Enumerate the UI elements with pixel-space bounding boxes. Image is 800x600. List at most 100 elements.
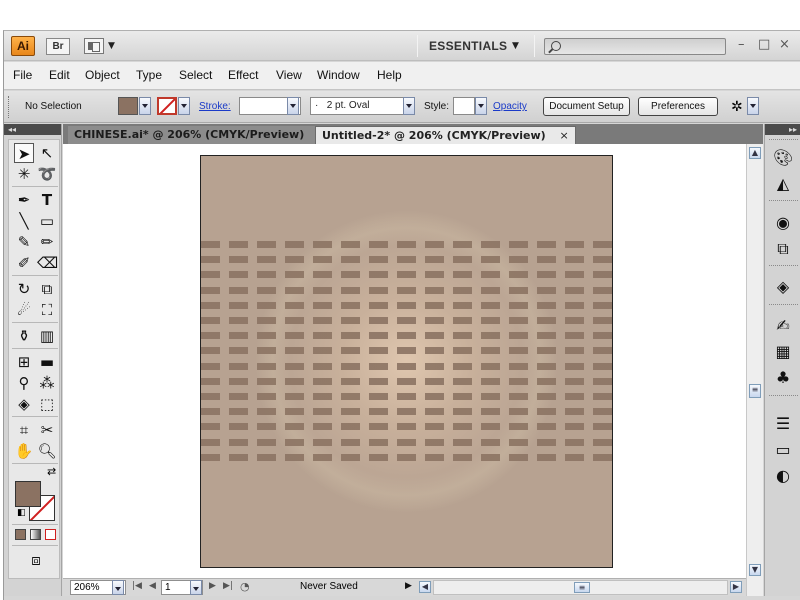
stroke-dropdown-chevron-down-icon[interactable] [178, 97, 190, 115]
eyedropper-tool-icon[interactable]: ⚲ [14, 373, 34, 393]
menu-view[interactable]: View [276, 68, 302, 82]
tab-close-icon[interactable]: × [560, 127, 569, 145]
artboard-chevron-down-icon[interactable] [190, 580, 202, 595]
document-canvas[interactable] [63, 144, 746, 578]
artboard-tool-icon[interactable]: ⌗ [14, 420, 34, 440]
transparency-icon[interactable]: ◐ [773, 466, 793, 486]
blend-tool-icon[interactable]: ⁂ [37, 373, 57, 393]
first-artboard-icon[interactable]: |◀ [132, 581, 142, 591]
workspace-switcher[interactable]: ESSENTIALS [429, 39, 507, 53]
menu-type[interactable]: Type [136, 68, 162, 82]
close-button[interactable]: × [779, 37, 790, 52]
rotate-tool-icon[interactable]: ↻ [14, 279, 34, 299]
color-icon[interactable]: 🎨︎ [773, 148, 793, 168]
fill-dropdown-chevron-down-icon[interactable] [139, 97, 151, 115]
artboard[interactable] [200, 155, 613, 568]
opacity-panel-link[interactable]: Opacity [493, 101, 527, 112]
selection-tool-icon[interactable]: ➤ [14, 143, 34, 163]
symbol-sprayer-tool-icon[interactable]: ⚱ [14, 326, 34, 346]
scale-tool-icon[interactable]: ⧉ [37, 279, 57, 299]
color-guide-icon[interactable]: ◭ [773, 174, 793, 194]
default-colors-icon[interactable]: ◧ [17, 508, 26, 518]
stroke-icon[interactable]: ☰ [773, 414, 793, 434]
live-paint-bucket-tool-icon[interactable]: ◈ [14, 394, 34, 414]
pen-tool-icon[interactable]: ✒ [14, 190, 34, 210]
type-tool-icon[interactable]: T [37, 190, 57, 210]
menu-select[interactable]: Select [179, 68, 212, 82]
slice-tool-icon[interactable]: ✂ [37, 420, 57, 440]
restore-button[interactable]: □ [758, 37, 770, 52]
appearance-icon[interactable]: ◉ [773, 213, 793, 233]
zoom-chevron-down-icon[interactable] [112, 580, 124, 595]
menu-file[interactable]: File [13, 68, 32, 82]
brush-chevron-down-icon[interactable] [403, 97, 415, 115]
panel-menu-chevron-down-icon[interactable] [747, 97, 759, 115]
free-transform-tool-icon[interactable]: ⛶ [37, 300, 57, 320]
gradient-tool-icon[interactable]: ▬ [37, 352, 57, 372]
last-artboard-icon[interactable]: ▶| [223, 581, 233, 591]
hand-tool-icon[interactable]: ✋ [14, 441, 34, 461]
stroke-color-swatch[interactable] [157, 97, 177, 115]
fill-color-box[interactable] [15, 481, 41, 507]
menu-help[interactable]: Help [377, 68, 402, 82]
panel-grip[interactable] [8, 96, 10, 118]
previous-artboard-icon[interactable]: ◀ [149, 581, 156, 591]
document-setup-button[interactable]: Document Setup [543, 97, 630, 116]
horizontal-scrollbar[interactable]: ≡ [433, 580, 728, 595]
menu-edit[interactable]: Edit [49, 68, 70, 82]
blob-brush-tool-icon[interactable]: ✐ [14, 253, 34, 273]
menu-effect[interactable]: Effect [228, 68, 258, 82]
dock-expand-icon[interactable]: ▸▸ [765, 124, 800, 135]
warp-tool-icon[interactable]: ☄ [14, 300, 34, 320]
tab-chinese-ai[interactable]: CHINESE.ai* @ 206% (CMYK/Preview) × [68, 126, 334, 144]
graphic-styles-icon[interactable]: ⧉ [773, 239, 793, 259]
status-menu-icon[interactable]: ▶ [405, 581, 412, 591]
eraser-tool-icon[interactable]: ⌫ [37, 253, 58, 273]
stroke-weight-chevron-down-icon[interactable] [287, 97, 299, 115]
h-scroll-thumb[interactable]: ≡ [574, 582, 590, 593]
direct-selection-tool-icon[interactable]: ↖ [37, 143, 57, 163]
line-segment-tool-icon[interactable]: ╲ [14, 211, 34, 231]
brush-definition-field[interactable]: · 2 pt. Oval [310, 97, 406, 115]
swap-colors-icon[interactable]: ⇄ [47, 465, 56, 478]
brushes-icon[interactable]: ✍ [773, 316, 793, 336]
scroll-up-icon[interactable]: ▲ [749, 147, 761, 159]
magic-wand-tool-icon[interactable]: ✳ [14, 164, 34, 184]
menu-object[interactable]: Object [85, 68, 120, 82]
workspace-chevron-down-icon[interactable]: ▼ [512, 41, 519, 51]
fill-color-swatch[interactable] [118, 97, 138, 115]
layers-icon[interactable]: ◈ [773, 277, 793, 297]
color-mode-icon[interactable] [15, 529, 26, 540]
paintbrush-tool-icon[interactable]: ✎ [14, 232, 34, 252]
tab-untitled-2[interactable]: Untitled-2* @ 206% (CMYK/Preview) × [315, 126, 576, 144]
graphic-style-swatch[interactable] [453, 97, 475, 115]
gradient-icon[interactable]: ▭ [773, 440, 793, 460]
tools-collapse-icon[interactable]: ◂◂ [4, 124, 61, 135]
bridge-button[interactable]: Br [46, 38, 70, 55]
arrange-documents-chevron-down-icon[interactable]: ▼ [108, 41, 115, 51]
swatches-icon[interactable]: ▦ [773, 342, 793, 362]
screen-mode-icon[interactable]: ⧈ [26, 550, 46, 570]
style-chevron-down-icon[interactable] [475, 97, 487, 115]
stroke-panel-link[interactable]: Stroke: [199, 101, 231, 112]
search-input[interactable] [544, 38, 726, 55]
minimize-button[interactable]: – [738, 37, 745, 52]
live-paint-selection-tool-icon[interactable]: ⬚ [37, 394, 57, 414]
symbols-icon[interactable]: ♣ [773, 368, 793, 388]
preferences-button[interactable]: Preferences [638, 97, 718, 116]
pencil-tool-icon[interactable]: ✏ [37, 232, 57, 252]
gradient-mode-icon[interactable] [30, 529, 41, 540]
scroll-left-icon[interactable]: ◀ [419, 581, 431, 593]
mesh-tool-icon[interactable]: ⊞ [14, 352, 34, 372]
panel-options-icon[interactable]: ✲ [731, 99, 743, 115]
version-cue-icon[interactable]: ◔ [240, 580, 250, 593]
scroll-down-icon[interactable]: ▼ [749, 564, 761, 576]
next-artboard-icon[interactable]: ▶ [209, 581, 216, 591]
column-graph-tool-icon[interactable]: ▥ [37, 326, 57, 346]
lasso-tool-icon[interactable]: ➰ [37, 164, 57, 184]
vertical-scrollbar[interactable]: ▲ ≡ ▼ [746, 144, 763, 596]
zoom-tool-icon[interactable]: 🔍︎ [37, 441, 57, 461]
menu-window[interactable]: Window [317, 68, 360, 82]
scroll-right-icon[interactable]: ▶ [730, 581, 742, 593]
scroll-thumb[interactable]: ≡ [749, 384, 761, 398]
